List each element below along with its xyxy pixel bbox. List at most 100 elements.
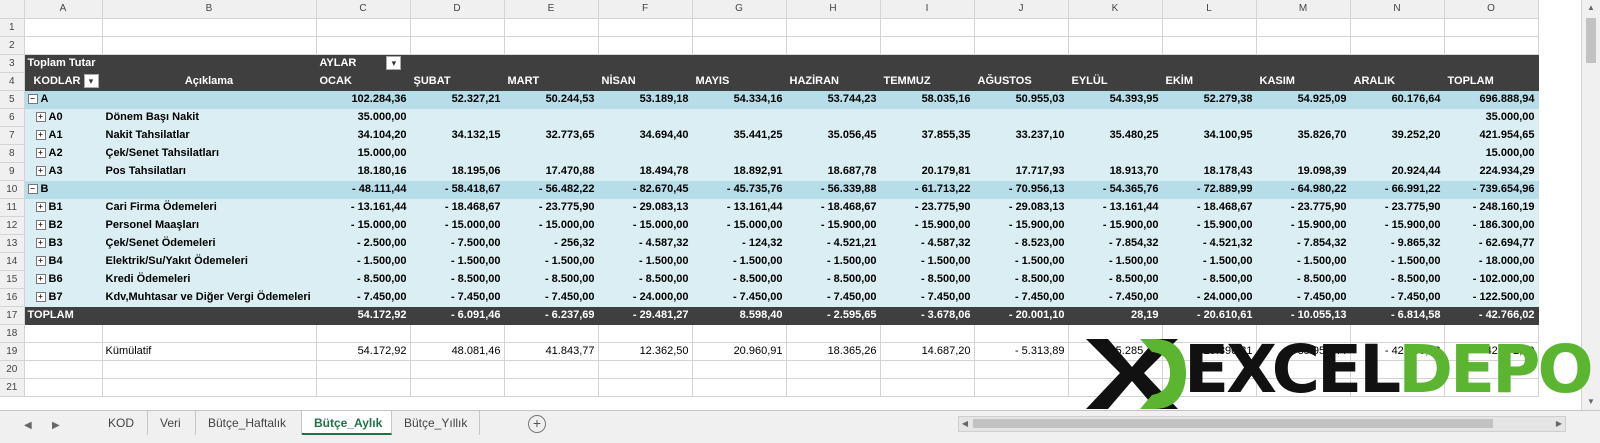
cell[interactable]	[974, 18, 1069, 37]
cell[interactable]	[410, 18, 505, 37]
cell[interactable]	[786, 360, 881, 379]
cell[interactable]	[504, 360, 599, 379]
pivot-value-cell[interactable]: - 72.889,99	[1162, 180, 1257, 199]
cell[interactable]	[1256, 54, 1351, 73]
pivot-value-cell[interactable]: - 15.000,00	[598, 216, 693, 235]
sheet-tab[interactable]: Bütçe_Yıllık	[392, 411, 480, 435]
pivot-value-cell[interactable]	[692, 144, 787, 163]
pivot-code-cell[interactable]: + B4	[24, 252, 103, 271]
pivot-code-cell[interactable]: + A2	[24, 144, 103, 163]
pivot-value-cell[interactable]	[974, 108, 1069, 127]
pivot-value-cell[interactable]	[1256, 108, 1351, 127]
cumulative-value-cell[interactable]: 54.172,92	[316, 342, 411, 361]
pivot-value-cell[interactable]: - 8.500,00	[1162, 270, 1257, 289]
pivot-value-cell[interactable]: - 61.713,22	[880, 180, 975, 199]
pivot-value-cell[interactable]: - 82.670,45	[598, 180, 693, 199]
pivot-code-cell[interactable]: + B6	[24, 270, 103, 289]
pivot-value-cell[interactable]: 18.687,78	[786, 162, 881, 181]
pivot-value-cell[interactable]: 20.924,44	[1350, 162, 1445, 181]
pivot-value-cell[interactable]	[786, 144, 881, 163]
pivot-value-cell[interactable]: - 7.854,32	[1256, 234, 1351, 253]
pivot-value-cell[interactable]: 224.934,29	[1444, 162, 1539, 181]
pivot-value-cell[interactable]: 35.480,25	[1068, 126, 1163, 145]
column-header-C[interactable]: C	[316, 0, 411, 19]
cumulative-value-cell[interactable]: 18.365,26	[786, 342, 881, 361]
total-value-cell[interactable]: - 42.766,02	[1444, 306, 1539, 325]
collapse-toggle-icon[interactable]: +	[35, 202, 46, 213]
pivot-value-cell[interactable]: 53.189,18	[598, 90, 693, 109]
collapse-toggle-icon[interactable]: +	[35, 274, 46, 285]
pivot-value-cell[interactable]: - 56.339,88	[786, 180, 881, 199]
pivot-description[interactable]: Çek/Senet Tahsilatları	[102, 144, 317, 163]
row-header[interactable]: 13	[0, 234, 25, 253]
collapse-toggle-icon[interactable]: +	[35, 292, 46, 303]
pivot-value-cell[interactable]: - 66.991,22	[1350, 180, 1445, 199]
pivot-value-cell[interactable]	[504, 144, 599, 163]
total-value-cell[interactable]: - 20.001,10	[974, 306, 1069, 325]
total-value-cell[interactable]: - 29.481,27	[598, 306, 693, 325]
cell[interactable]	[692, 378, 787, 397]
pivot-value-cell[interactable]: - 45.735,76	[692, 180, 787, 199]
row-header[interactable]: 5	[0, 90, 25, 109]
pivot-code-cell[interactable]: + B3	[24, 234, 103, 253]
filter-icon[interactable]: ▾	[83, 74, 99, 88]
pivot-value-cell[interactable]: - 8.500,00	[786, 270, 881, 289]
cell[interactable]	[692, 18, 787, 37]
pivot-value-cell[interactable]: - 1.500,00	[410, 252, 505, 271]
cell[interactable]	[1350, 18, 1445, 37]
pivot-value-cell[interactable]: 32.773,65	[504, 126, 599, 145]
row-header[interactable]: 15	[0, 270, 25, 289]
row-header[interactable]: 21	[0, 378, 25, 397]
pivot-value-cell[interactable]	[786, 108, 881, 127]
cell[interactable]	[410, 54, 505, 73]
pivot-value-cell[interactable]: - 7.450,00	[1350, 288, 1445, 307]
cell[interactable]	[880, 378, 975, 397]
pivot-code-cell[interactable]: + A1	[24, 126, 103, 145]
pivot-description[interactable]: Cari Firma Ödemeleri	[102, 198, 317, 217]
cell[interactable]	[598, 18, 693, 37]
pivot-value-cell[interactable]: 33.237,10	[974, 126, 1069, 145]
pivot-value-cell[interactable]: - 7.450,00	[974, 288, 1069, 307]
total-value-cell[interactable]: - 20.610,61	[1162, 306, 1257, 325]
pivot-value-cell[interactable]: 34.132,15	[410, 126, 505, 145]
total-value-cell[interactable]: 8.598,40	[692, 306, 787, 325]
cell[interactable]	[598, 324, 693, 343]
pivot-code-cell[interactable]: + B2	[24, 216, 103, 235]
pivot-description[interactable]: Çek/Senet Ödemeleri	[102, 234, 317, 253]
pivot-value-cell[interactable]: - 15.000,00	[692, 216, 787, 235]
row-header[interactable]: 7	[0, 126, 25, 145]
pivot-value-cell[interactable]: 53.744,23	[786, 90, 881, 109]
pivot-code-cell[interactable]: + A3	[24, 162, 103, 181]
collapse-toggle-icon[interactable]: −	[27, 184, 38, 195]
pivot-value-cell[interactable]: 15.000,00	[316, 144, 411, 163]
collapse-toggle-icon[interactable]: +	[35, 166, 46, 177]
cumulative-value-cell[interactable]: 41.843,77	[504, 342, 599, 361]
row-header[interactable]: 19	[0, 342, 25, 361]
pivot-value-cell[interactable]: - 1.500,00	[1162, 252, 1257, 271]
pivot-value-cell[interactable]: 18.913,70	[1068, 162, 1163, 181]
pivot-value-cell[interactable]: - 248.160,19	[1444, 198, 1539, 217]
cell[interactable]	[102, 324, 317, 343]
pivot-value-cell[interactable]: - 122.500,00	[1444, 288, 1539, 307]
pivot-value-cell[interactable]	[1256, 144, 1351, 163]
cell[interactable]	[880, 54, 975, 73]
row-header[interactable]: 16	[0, 288, 25, 307]
scroll-up-icon[interactable]: ▲	[1582, 0, 1600, 16]
collapse-toggle-icon[interactable]: −	[27, 94, 38, 105]
column-header-K[interactable]: K	[1068, 0, 1163, 19]
pivot-value-cell[interactable]: - 8.523,00	[974, 234, 1069, 253]
pivot-value-cell[interactable]: - 124,32	[692, 234, 787, 253]
sheet-tab[interactable]: Veri	[148, 411, 196, 435]
pivot-value-cell[interactable]: 58.035,16	[880, 90, 975, 109]
pivot-value-cell[interactable]: - 58.418,67	[410, 180, 505, 199]
pivot-value-cell[interactable]: - 7.450,00	[410, 288, 505, 307]
pivot-value-cell[interactable]: - 4.587,32	[880, 234, 975, 253]
row-header[interactable]: 6	[0, 108, 25, 127]
pivot-value-cell[interactable]	[974, 144, 1069, 163]
pivot-value-cell[interactable]: - 8.500,00	[880, 270, 975, 289]
pivot-value-cell[interactable]: 17.470,88	[504, 162, 599, 181]
pivot-value-cell[interactable]: 18.180,16	[316, 162, 411, 181]
cell[interactable]	[102, 18, 317, 37]
pivot-description[interactable]: Elektrik/Su/Yakıt Ödemeleri	[102, 252, 317, 271]
cell[interactable]	[316, 378, 411, 397]
